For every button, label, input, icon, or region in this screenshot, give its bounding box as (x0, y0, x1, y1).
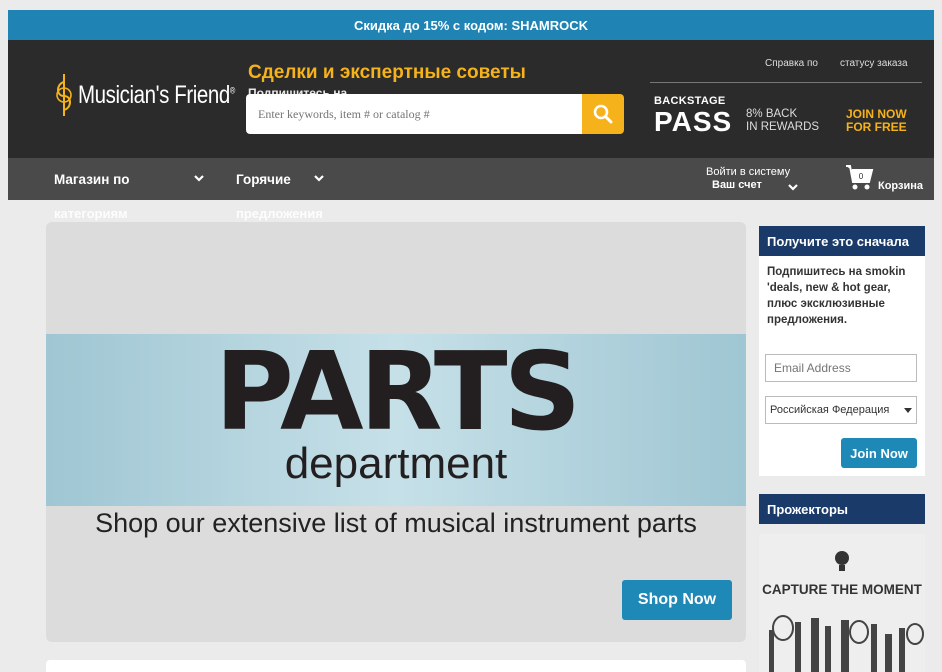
login-link[interactable]: Войти в систему (706, 166, 790, 178)
logo-mark-icon (56, 74, 72, 116)
country-select[interactable]: Российская Федерация (765, 396, 917, 424)
cart-icon: 0 (846, 165, 874, 190)
order-status-link[interactable]: статусу заказа (840, 58, 908, 69)
site-header: Musician's Friend® Сделки и экспертные с… (8, 40, 934, 158)
pass-label[interactable]: PASS (654, 106, 732, 138)
join-now-link[interactable]: JOIN NOW FOR FREE (846, 108, 907, 134)
hero-banner[interactable]: PARTS department Shop our extensive list… (46, 222, 746, 642)
spotlight-heading: Прожекторы (759, 494, 925, 524)
select-arrow-icon (904, 408, 912, 413)
deals-title[interactable]: Сделки и экспертные советы (248, 62, 526, 84)
logo-text: Musician's Friend® (78, 80, 235, 109)
chevron-down-icon[interactable] (192, 171, 206, 185)
hero-title: PARTS (214, 330, 582, 455)
main-nav: Магазин по категориям Горячие предложени… (8, 158, 934, 221)
nav-hot-deals[interactable]: Горячие (236, 172, 291, 187)
cart-count: 0 (859, 172, 864, 181)
hero-subtitle: department (284, 439, 508, 488)
shop-now-button[interactable]: Shop Now (622, 580, 732, 620)
signup-heading: Получите это сначала (759, 226, 925, 256)
microphone-icon (769, 551, 924, 672)
nav-shop-by-category[interactable]: Магазин по (54, 172, 130, 187)
spotlight-caption: CAPTURE THE MOMENT (762, 582, 922, 597)
search-input[interactable] (246, 94, 582, 134)
country-value: Российская Федерация (770, 404, 890, 416)
header-divider (650, 82, 922, 83)
chevron-down-icon[interactable] (312, 171, 326, 185)
site-logo[interactable]: Musician's Friend® (54, 72, 269, 118)
signup-panel: Получите это сначала Подпишитесь на smok… (759, 226, 925, 476)
search-bar (246, 94, 624, 134)
spotlight-image[interactable]: CAPTURE THE MOMENT (759, 534, 925, 672)
spotlight-panel: Прожекторы CAPTURE THE MOMENT (759, 494, 925, 672)
cart-button[interactable]: 0 (844, 162, 874, 196)
content-card (46, 660, 746, 672)
promo-banner[interactable]: Скидка до 15% с кодом: SHAMROCK (8, 10, 934, 40)
nav-shop-by-category-sub: категориям (54, 206, 128, 221)
account-link[interactable]: Ваш счет (712, 179, 762, 191)
hero-tagline: Shop our extensive list of musical instr… (95, 508, 697, 538)
signup-description: Подпишитесь на smokin 'deals, new & hot … (767, 266, 906, 326)
nav-hot-deals-sub: предложения (236, 206, 323, 221)
email-field[interactable] (765, 354, 917, 382)
search-icon (593, 104, 613, 124)
help-link[interactable]: Справка по (765, 58, 818, 69)
cart-label[interactable]: Корзина (878, 180, 923, 192)
promo-text: Скидка до 15% с кодом: SHAMROCK (354, 17, 588, 33)
join-now-button[interactable]: Join Now (841, 438, 917, 468)
chevron-down-icon[interactable] (786, 180, 800, 194)
rewards-text[interactable]: 8% BACK IN REWARDS (746, 108, 819, 134)
search-button[interactable] (582, 94, 624, 134)
